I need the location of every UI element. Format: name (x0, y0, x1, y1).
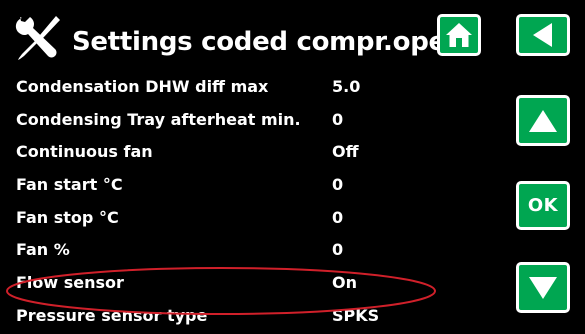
ok-button[interactable]: OK (516, 181, 570, 230)
setting-label: Fan stop °C (16, 207, 119, 227)
setting-value: On (332, 273, 357, 293)
setting-label: Fan start °C (16, 175, 123, 195)
setting-row-condensation-dhw-diff-max[interactable]: Condensation DHW diff max 5.0 (0, 70, 500, 103)
up-arrow-icon (529, 109, 557, 132)
setting-value: 0 (332, 175, 344, 195)
setting-label: Continuous fan (16, 142, 153, 162)
setting-row-fan-stop[interactable]: Fan stop °C 0 (0, 201, 500, 234)
setting-label: Condensation DHW diff max (16, 77, 269, 96)
setting-row-fan-start[interactable]: Fan start °C 0 (0, 168, 500, 201)
scroll-up-button[interactable] (516, 95, 570, 146)
home-button[interactable] (437, 14, 481, 56)
setting-row-pressure-sensor-type[interactable]: Pressure sensor type SPKS (0, 299, 500, 332)
setting-label: Flow sensor (16, 273, 124, 293)
setting-value: 0 (332, 109, 344, 129)
ok-button-label: OK (527, 195, 559, 216)
setting-value: 0 (332, 207, 344, 227)
setting-value: 0 (332, 240, 344, 260)
setting-value: Off (332, 142, 359, 162)
down-arrow-icon (529, 276, 557, 299)
back-arrow-icon (533, 23, 552, 47)
setting-row-flow-sensor[interactable]: Flow sensor On (0, 266, 500, 299)
back-button[interactable] (516, 14, 570, 56)
setting-label: Pressure sensor type (16, 305, 208, 325)
setting-label: Fan % (16, 240, 70, 260)
setting-label: Condensing Tray afterheat min. (16, 109, 301, 129)
settings-screen: Settings coded compr.oper OK Condensatio… (0, 0, 585, 334)
scroll-down-button[interactable] (516, 262, 570, 313)
tools-icon (15, 16, 60, 60)
setting-row-continuous-fan[interactable]: Continuous fan Off (0, 135, 500, 168)
setting-value: SPKS (332, 305, 380, 325)
home-icon (446, 23, 472, 47)
setting-row-condensing-tray-afterheat-min[interactable]: Condensing Tray afterheat min. 0 (0, 103, 500, 136)
setting-value: 5.0 (332, 77, 361, 96)
setting-row-fan-percent[interactable]: Fan % 0 (0, 233, 500, 266)
settings-list: Condensation DHW diff max 5.0 Condensing… (0, 70, 500, 332)
page-title: Settings coded compr.oper (72, 27, 459, 57)
